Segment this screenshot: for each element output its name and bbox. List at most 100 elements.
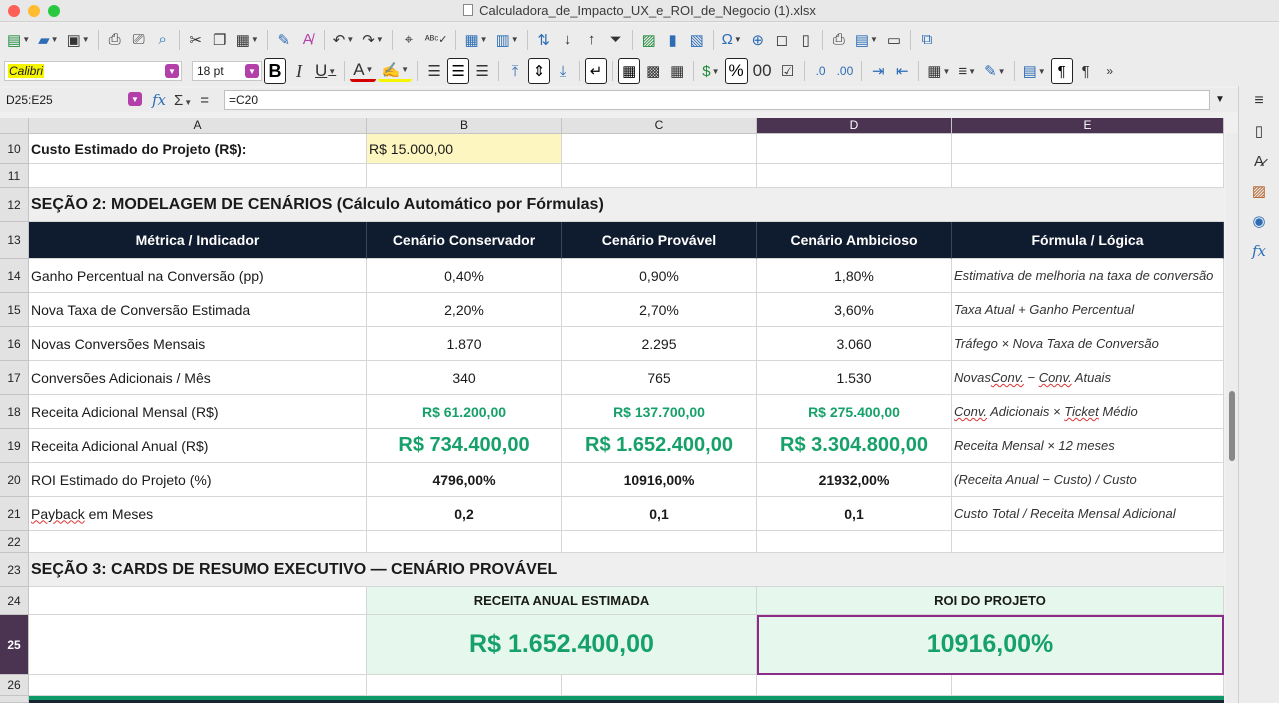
grid-cell[interactable] (29, 531, 367, 553)
row-header[interactable]: 19 (0, 429, 29, 463)
column-header-a[interactable]: A (29, 118, 367, 134)
project-cost-input[interactable]: R$ 15.000,00 (367, 134, 562, 164)
column-header-e[interactable]: E (952, 118, 1224, 134)
grid-cell[interactable] (562, 675, 757, 696)
metric-label[interactable]: Novas Conversões Mensais (29, 327, 367, 361)
row-header[interactable]: 16 (0, 327, 29, 361)
zoom-window-button[interactable] (48, 4, 60, 17)
clone-formatting-icon[interactable]: ✎ (273, 27, 295, 53)
conservative-value[interactable]: 0,2 (367, 497, 562, 531)
ambitious-value[interactable]: 0,1 (757, 497, 952, 531)
table-header-conservative[interactable]: Cenário Conservador (367, 222, 562, 259)
probable-value[interactable]: 2,70% (562, 293, 757, 327)
font-size-box[interactable]: 18 pt ▼ (192, 61, 262, 81)
comment-icon[interactable]: ◻ (771, 27, 793, 53)
ambitious-value[interactable]: R$ 3.304.800,00 (757, 429, 952, 463)
probable-value[interactable]: R$ 137.700,00 (562, 395, 757, 429)
close-window-button[interactable] (8, 4, 20, 17)
border-style-icon[interactable]: ≡ ▼ (955, 58, 979, 84)
scrollbar-thumb[interactable] (1229, 391, 1235, 461)
align-right-icon[interactable]: ☰ (471, 58, 493, 84)
grid-cell[interactable] (367, 675, 562, 696)
row-header[interactable]: 12 (0, 188, 29, 222)
open-folder-icon[interactable]: ▰ ▼ (35, 27, 61, 53)
borders-icon[interactable]: ▦ ▼ (924, 58, 953, 84)
date-format-icon[interactable]: ☑ (777, 58, 799, 84)
ambitious-value[interactable]: 3.060 (757, 327, 952, 361)
right-to-left-icon[interactable]: ¶ (1075, 58, 1097, 84)
export-pdf-icon[interactable]: ⎙ (104, 27, 126, 53)
save-icon[interactable]: ▣ ▼ (64, 27, 93, 53)
chevron-down-icon[interactable]: ▼ (245, 64, 259, 78)
metric-label[interactable]: Payback em Meses (29, 497, 367, 531)
row-header[interactable]: 26 (0, 675, 29, 696)
conservative-value[interactable]: R$ 734.400,00 (367, 429, 562, 463)
clear-formatting-icon[interactable]: A̸ (297, 27, 319, 53)
highlight-color-icon[interactable]: ✍ ▼ (378, 60, 413, 82)
project-cost-label[interactable]: Custo Estimado do Projeto (R$): (29, 134, 367, 164)
grid-cell[interactable] (367, 531, 562, 553)
roi-card-header[interactable]: ROI DO PROJETO (757, 587, 1224, 615)
revenue-card-header[interactable]: RECEITA ANUAL ESTIMADA (367, 587, 757, 615)
sort-descending-icon[interactable]: ↑ (581, 27, 603, 53)
formula-note[interactable]: Custo Total / Receita Mensal Adicional (952, 497, 1224, 531)
underline-button[interactable]: U ▼ (312, 58, 339, 84)
select-all-corner[interactable] (0, 118, 29, 134)
left-to-right-icon[interactable]: ¶ (1050, 58, 1073, 84)
conservative-value[interactable]: R$ 61.200,00 (367, 395, 562, 429)
name-box[interactable]: D25:E25 ▼ (2, 90, 144, 110)
pivot-table-icon[interactable]: ▧ (686, 27, 708, 53)
paste-icon[interactable]: ▦ ▼ (233, 27, 262, 53)
probable-value[interactable]: 2.295 (562, 327, 757, 361)
function-wizard-icon[interactable]: fx (152, 91, 166, 109)
gallery-icon[interactable]: ▨ (1248, 180, 1270, 202)
ambitious-value[interactable]: 21932,00% (757, 463, 952, 497)
row-header[interactable]: 20 (0, 463, 29, 497)
row-header[interactable]: 13 (0, 222, 29, 259)
special-character-icon[interactable]: Ω ▼ (719, 27, 745, 53)
row-header[interactable]: 11 (0, 164, 29, 188)
probable-value[interactable]: 10916,00% (562, 463, 757, 497)
increase-indent-icon[interactable]: ⇥ (867, 58, 889, 84)
grid-cell[interactable] (367, 164, 562, 188)
grid-cell[interactable] (29, 164, 367, 188)
sum-icon[interactable]: Σ▼ (174, 92, 192, 109)
merge-center-icon[interactable]: ▦ (618, 58, 641, 84)
formula-note[interactable]: Novas Conv. − Conv. Atuais (952, 361, 1224, 395)
merge-cells-icon[interactable]: ▩ (642, 58, 664, 84)
grid-cell[interactable] (562, 134, 757, 164)
probable-value[interactable]: 0,1 (562, 497, 757, 531)
conservative-value[interactable]: 0,40% (367, 259, 562, 293)
table-header-metric[interactable]: Métrica / Indicador (29, 222, 367, 259)
probable-value[interactable]: R$ 1.652.400,00 (562, 429, 757, 463)
row-header[interactable]: 14 (0, 259, 29, 293)
column-icon[interactable]: ▥ ▼ (493, 27, 522, 53)
undo-icon[interactable]: ↶ ▼ (330, 27, 358, 53)
formula-note[interactable]: Taxa Atual + Ganho Percentual (952, 293, 1224, 327)
row-header[interactable] (0, 696, 29, 703)
autofilter-icon[interactable]: ⏷ (605, 27, 627, 53)
grid-cell[interactable] (952, 164, 1224, 188)
row-header[interactable]: 23 (0, 553, 29, 587)
metric-label[interactable]: Receita Adicional Anual (R$) (29, 429, 367, 463)
split-window-icon[interactable]: ▭ (883, 27, 905, 53)
redo-icon[interactable]: ↷ ▼ (359, 27, 387, 53)
show-draw-functions-icon[interactable]: ⧉ (916, 27, 938, 53)
grid-cell[interactable] (757, 675, 952, 696)
grid-cell[interactable] (562, 164, 757, 188)
vertical-scrollbar[interactable] (1226, 133, 1238, 703)
conservative-value[interactable]: 1.870 (367, 327, 562, 361)
ambitious-value[interactable]: 1.530 (757, 361, 952, 395)
metric-label[interactable]: ROI Estimado do Projeto (%) (29, 463, 367, 497)
wrap-text-icon[interactable]: ↵ (585, 58, 608, 84)
sort-ascending-icon[interactable]: ↓ (557, 27, 579, 53)
grid-cell[interactable] (757, 134, 952, 164)
print-preview-icon[interactable]: ⌕ (152, 27, 174, 53)
conservative-value[interactable]: 4796,00% (367, 463, 562, 497)
italic-button[interactable]: I (288, 58, 310, 84)
ambitious-value[interactable]: 3,60% (757, 293, 952, 327)
add-decimal-button[interactable]: .0 (810, 58, 832, 84)
row-header[interactable]: 25 (0, 615, 29, 675)
section-2-title[interactable]: SEÇÃO 2: MODELAGEM DE CENÁRIOS (Cálculo … (29, 188, 1224, 222)
ambitious-value[interactable]: 1,80% (757, 259, 952, 293)
